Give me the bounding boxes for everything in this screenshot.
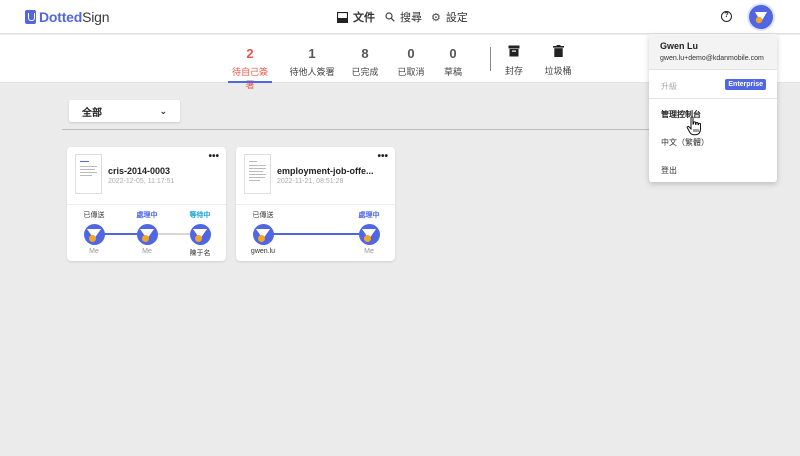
content-divider [62,129,738,130]
document-thumbnail [244,154,271,194]
logo-suffix: Sign [82,9,110,25]
card-divider [67,204,226,205]
account-email: gwen.lu+demo@kdanmobile.com [660,55,764,62]
signer-step: 處理中 Me [347,210,391,255]
document-title: cris-2014-0003 [108,166,171,176]
account-name: Gwen Lu [660,41,698,51]
archive-icon [502,45,526,60]
document-title: employment-job-offe... [277,166,374,176]
document-date: 2022-11-21, 08:51:28 [277,178,344,185]
signer-step: 等待中 陳于名 [178,210,222,258]
gear-icon: ⚙ [431,11,441,24]
tab-count: 8 [361,46,369,61]
step-status: 等待中 [189,212,211,219]
tab-cancelled[interactable]: 0 已取消 [397,35,425,83]
tab-completed[interactable]: 8 已完成 [351,35,379,83]
tab-count: 2 [246,46,254,61]
tab-drafts[interactable]: 0 草稿 [442,35,464,83]
menu-item-language[interactable]: 中文（繁體） [661,137,709,148]
document-card[interactable]: employment-job-offe... 2022-11-21, 08:51… [236,147,395,261]
signer-step: 已傳送 gwen.lu [241,210,285,255]
step-status: 已傳送 [83,212,105,219]
signer-avatar [136,224,158,245]
nav-settings-label: 設定 [445,12,468,24]
trash-icon [543,45,573,60]
nav-settings[interactable]: ⚙ 設定 [431,0,468,34]
signer-name: gwen.lu [250,248,276,255]
menu-item-logout[interactable]: 登出 [661,165,677,176]
tab-label: 待他人簽署 [289,67,335,77]
chevron-down-icon: ⌄ [159,105,167,116]
signer-avatar [83,224,105,245]
filter-dropdown[interactable]: 全部 ⌄ [69,100,180,122]
search-icon [385,12,395,22]
step-status: 已傳送 [252,212,274,219]
tab-label: 垃圾桶 [544,66,572,76]
account-menu: Gwen Lu gwen.lu+demo@kdanmobile.com 升級 E… [649,34,777,182]
document-card[interactable]: cris-2014-0003 2022-12-05, 11:17:51 ••• … [67,147,226,261]
tab-awaiting-others[interactable]: 1 待他人簽署 [289,35,335,83]
tab-awaiting-me[interactable]: 2 待自己簽署 [228,35,272,90]
hand-cursor-icon [686,116,701,136]
tab-count: 1 [308,46,316,61]
help-icon[interactable]: ? [721,11,732,22]
user-avatar-button[interactable] [749,5,773,29]
nav-search[interactable]: 搜尋 [385,0,422,34]
more-options-icon[interactable]: ••• [208,151,219,162]
document-date: 2022-12-05, 11:17:51 [108,178,175,185]
tab-label: 封存 [504,66,523,76]
menu-item-upgrade[interactable]: 升級 [661,81,677,92]
menu-divider [649,98,777,99]
filter-selected-label: 全部 [82,107,102,119]
signer-avatar [189,224,211,245]
signer-step: 已傳送 Me [72,210,116,255]
plan-badge: Enterprise [725,79,766,90]
top-bar: DottedSign 文件 搜尋 ⚙ 設定 ? [0,0,800,34]
tab-archive[interactable]: 封存 [502,35,526,83]
tab-count: 0 [407,46,415,61]
signer-name: Me [89,248,99,255]
signer-name: Me [364,248,374,255]
tab-divider [490,47,491,71]
signer-name: Me [142,248,152,255]
tab-label: 已完成 [351,67,379,77]
card-divider [236,204,395,205]
tab-trash[interactable]: 垃圾桶 [543,35,573,83]
tab-label: 已取消 [397,67,425,77]
more-options-icon[interactable]: ••• [377,151,388,162]
tab-count: 0 [449,46,457,61]
tab-label: 待自己簽署 [231,67,268,90]
logo-mark-icon [25,10,36,24]
document-thumbnail [75,154,102,194]
avatar-logo-icon [755,12,767,24]
account-menu-header: Gwen Lu gwen.lu+demo@kdanmobile.com [649,34,777,70]
signer-step: 處理中 Me [125,210,169,255]
step-status: 處理中 [136,212,158,219]
nav-documents-label: 文件 [353,12,375,24]
signer-name: 陳于名 [189,250,211,257]
signer-avatar [252,224,274,245]
inbox-icon [337,11,348,23]
dottedsign-logo[interactable]: DottedSign [25,9,110,25]
nav-search-label: 搜尋 [400,12,422,24]
step-status: 處理中 [358,212,380,219]
nav-documents[interactable]: 文件 [337,0,375,34]
logo-prefix: Dotted [39,9,83,25]
signer-avatar [358,224,380,245]
tab-label: 草稿 [443,67,462,77]
